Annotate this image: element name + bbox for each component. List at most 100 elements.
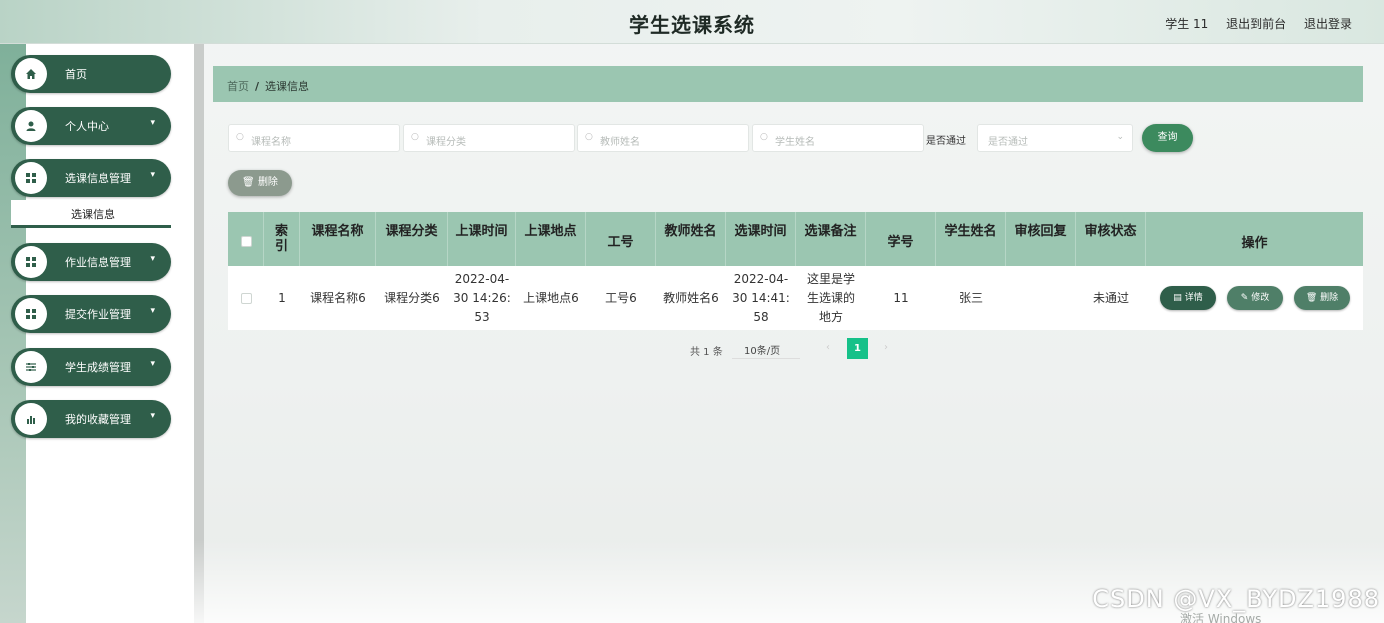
cell-course-category: 课程分类6 <box>384 290 440 305</box>
col-select-note: 选课备注 <box>796 212 866 266</box>
csdn-watermark: CSDN @VX_BYDZ1988 <box>1092 585 1380 613</box>
chevron-down-icon: ⌄ <box>1116 132 1124 142</box>
cell-select-note-line2: 生选课的 <box>806 290 855 305</box>
teacher-name-placeholder: 教师姓名 <box>600 137 640 148</box>
col-class-location: 上课地点 <box>516 212 586 266</box>
chevron-down-icon: ▾ <box>150 170 155 180</box>
search-icon: ○ <box>585 132 593 142</box>
trash-icon: 🗑 <box>1305 293 1318 303</box>
col-index-line1: 索 <box>274 224 288 239</box>
search-icon: ○ <box>236 132 244 142</box>
batch-delete-button[interactable]: 🗑 删除 <box>228 170 292 196</box>
grid-icon <box>15 162 47 194</box>
breadcrumb: 首页 / 选课信息 <box>213 66 1363 102</box>
col-index: 索 引 <box>264 212 300 266</box>
student-name-input[interactable]: ○ 学生姓名 <box>752 124 924 152</box>
select-all-cell <box>228 212 264 266</box>
sidebar-item-student-grades[interactable]: 学生成绩管理 ▾ <box>11 348 171 386</box>
cell-class-time-line1: 2022-04- <box>454 271 510 286</box>
sidebar-item-label: 个人中心 <box>65 120 109 133</box>
prev-page-button[interactable]: ‹ <box>826 342 830 353</box>
sidebar-item-submit-homework[interactable]: 提交作业管理 ▾ <box>11 295 171 333</box>
submenu-label: 选课信息 <box>71 208 115 221</box>
sidebar-item-personal-center[interactable]: 个人中心 ▾ <box>11 107 171 145</box>
cell-select-time: 2022-04- 30 14:41: 58 <box>726 266 796 330</box>
col-job-no: 工号 <box>586 212 656 266</box>
col-action: 操作 <box>1241 236 1268 251</box>
grid-icon <box>15 246 47 278</box>
row-checkbox[interactable] <box>240 292 252 304</box>
cell-class-time-line3: 53 <box>474 309 490 324</box>
chevron-down-icon: ▾ <box>150 118 155 128</box>
col-class-time: 上课时间 <box>448 212 516 266</box>
next-page-button[interactable]: › <box>884 342 888 353</box>
chevron-down-icon: ▾ <box>150 306 155 316</box>
cell-select-note: 这里是学 生选课的 地方 <box>796 266 866 330</box>
col-course-name: 课程名称 <box>300 212 376 266</box>
pass-select[interactable]: 是否通过 ⌄ <box>977 124 1133 152</box>
cell-course-name: 课程名称6 <box>310 290 366 305</box>
sidebar-item-label: 我的收藏管理 <box>65 413 131 426</box>
cell-class-time: 2022-04- 30 14:26: 53 <box>448 266 516 330</box>
sidebar-item-home[interactable]: 首页 <box>11 55 171 93</box>
course-category-input[interactable]: ○ 课程分类 <box>403 124 575 152</box>
sidebar-item-homework-info[interactable]: 作业信息管理 ▾ <box>11 243 171 281</box>
query-button[interactable]: 查询 <box>1142 124 1193 152</box>
cell-actions: ▤ 详情 ✎ 修改 🗑 删除 <box>1146 266 1363 330</box>
detail-icon: ▤ <box>1173 293 1182 303</box>
top-header: 学生选课系统 学生 11 退出到前台 退出登录 <box>0 0 1384 44</box>
logout-link[interactable]: 退出登录 <box>1304 17 1352 31</box>
delete-label: 删除 <box>1320 293 1339 303</box>
user-icon <box>15 110 47 142</box>
chevron-down-icon: ▾ <box>150 254 155 264</box>
sidebar-item-label: 作业信息管理 <box>65 256 131 269</box>
col-audit-reply: 审核回复 <box>1006 212 1076 266</box>
trash-icon: 🗑 <box>242 177 255 188</box>
col-course-category: 课程分类 <box>376 212 448 266</box>
back-to-front-link[interactable]: 退出到前台 <box>1226 17 1286 31</box>
sidebar-item-label: 首页 <box>65 68 87 81</box>
breadcrumb-current: 选课信息 <box>265 80 310 93</box>
home-icon <box>15 58 47 90</box>
teacher-name-input[interactable]: ○ 教师姓名 <box>577 124 749 152</box>
cell-select-time-line1: 2022-04- <box>733 271 789 286</box>
page-size-select[interactable]: 10条/页 <box>732 337 800 359</box>
cell-class-time-line2: 30 14:26: <box>453 290 511 305</box>
page-size-value: 10条/页 <box>744 346 781 357</box>
sliders-icon <box>15 351 47 383</box>
chart-icon <box>15 403 47 435</box>
cell-audit-status: 未通过 <box>1092 290 1129 305</box>
select-all-checkbox[interactable] <box>241 236 252 247</box>
header-links: 学生 11 退出到前台 退出登录 <box>1151 15 1352 32</box>
cell-select-note-line1: 这里是学 <box>806 271 855 286</box>
cell-select-note-line3: 地方 <box>818 309 843 324</box>
detail-button[interactable]: ▤ 详情 <box>1160 286 1216 310</box>
edit-button[interactable]: ✎ 修改 <box>1227 286 1283 310</box>
delete-button[interactable]: 🗑 删除 <box>1294 286 1350 310</box>
pagination-total: 共 1 条 <box>690 347 723 358</box>
edit-icon: ✎ <box>1240 293 1249 303</box>
breadcrumb-home[interactable]: 首页 <box>227 80 249 93</box>
sidebar-item-favorites[interactable]: 我的收藏管理 ▾ <box>11 400 171 438</box>
cell-index: 1 <box>278 290 286 305</box>
cell-student-name: 张三 <box>958 290 983 305</box>
cell-audit-reply <box>1006 266 1076 330</box>
col-index-line2: 引 <box>274 239 288 254</box>
course-name-input[interactable]: ○ 课程名称 <box>228 124 400 152</box>
sidebar-item-course-selection[interactable]: 选课信息管理 ▾ <box>11 159 171 197</box>
cell-teacher-name: 教师姓名6 <box>663 290 719 305</box>
col-audit-status: 审核状态 <box>1076 212 1146 266</box>
chevron-down-icon: ▾ <box>150 411 155 421</box>
sidebar-item-label: 选课信息管理 <box>65 172 131 185</box>
sidebar-item-label: 学生成绩管理 <box>65 361 131 374</box>
cell-select-time-line3: 58 <box>753 309 769 324</box>
breadcrumb-separator: / <box>255 80 260 93</box>
grid-icon <box>15 298 47 330</box>
col-student-name: 学生姓名 <box>936 212 1006 266</box>
windows-activation-notice: 激活 Windows <box>1180 612 1262 623</box>
current-page-button[interactable]: 1 <box>847 338 868 359</box>
search-icon: ○ <box>760 132 768 142</box>
submenu-course-info[interactable]: 选课信息 <box>11 200 171 228</box>
chevron-down-icon: ▾ <box>150 359 155 369</box>
sidebar-scrollbar[interactable] <box>194 44 204 623</box>
